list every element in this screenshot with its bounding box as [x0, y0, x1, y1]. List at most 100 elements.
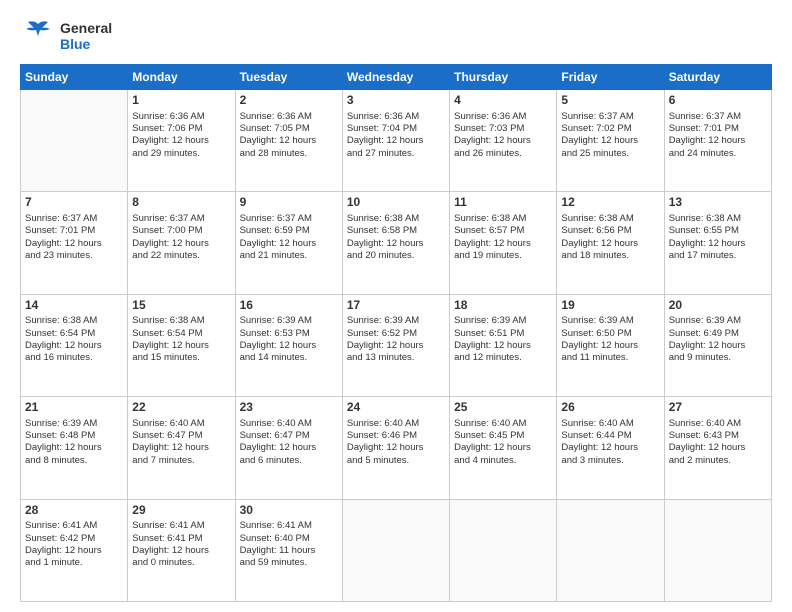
- day-number: 28: [25, 503, 123, 519]
- day-info: Sunrise: 6:37 AM Sunset: 7:01 PM Dayligh…: [25, 213, 102, 261]
- calendar-day-cell: 28Sunrise: 6:41 AM Sunset: 6:42 PM Dayli…: [21, 499, 128, 601]
- day-number: 4: [454, 93, 552, 109]
- calendar-day-cell: 13 Sunrise: 6:38 AM Sunset: 6:55 PM Dayli…: [664, 192, 771, 294]
- day-number: 6: [669, 93, 767, 109]
- calendar-day-cell: [557, 499, 664, 601]
- calendar-day-cell: 4Sunrise: 6:36 AM Sunset: 7:03 PM Daylig…: [450, 90, 557, 192]
- day-of-week-cell: Thursday: [450, 65, 557, 90]
- calendar-day-cell: 14Sunrise: 6:38 AM Sunset: 6:54 PM Dayli…: [21, 294, 128, 396]
- calendar-table: SundayMondayTuesdayWednesdayThursdayFrid…: [20, 64, 772, 602]
- day-info: Sunrise: 6:39 AM Sunset: 6:48 PM Dayligh…: [25, 418, 102, 466]
- day-number: 16: [240, 298, 338, 314]
- calendar-day-cell: 22 Sunrise: 6:40 AM Sunset: 6:47 PM Dayli…: [128, 397, 235, 499]
- day-number: 21: [25, 400, 123, 416]
- calendar-day-cell: 17Sunrise: 6:39 AM Sunset: 6:52 PM Dayli…: [342, 294, 449, 396]
- calendar-day-cell: 10 Sunrise: 6:38 AM Sunset: 6:58 PM Dayli…: [342, 192, 449, 294]
- day-info: Sunrise: 6:38 AM Sunset: 6:58 PM Dayligh…: [347, 213, 424, 261]
- day-number: 20: [669, 298, 767, 314]
- day-number: 29: [132, 503, 230, 519]
- day-of-week-header: SundayMondayTuesdayWednesdayThursdayFrid…: [21, 65, 772, 90]
- calendar-week-row: 1 Sunrise: 6:36 AM Sunset: 7:06 PM Daylig…: [21, 90, 772, 192]
- day-info: Sunrise: 6:39 AM Sunset: 6:52 PM Dayligh…: [347, 315, 424, 363]
- day-number: 26: [561, 400, 659, 416]
- day-number: 10: [347, 195, 445, 211]
- day-number: 24: [347, 400, 445, 416]
- day-info: Sunrise: 6:38 AM Sunset: 6:55 PM Dayligh…: [669, 213, 746, 261]
- day-number: 11: [454, 195, 552, 211]
- calendar-day-cell: [664, 499, 771, 601]
- calendar-day-cell: 30Sunrise: 6:41 AM Sunset: 6:40 PM Dayli…: [235, 499, 342, 601]
- day-number: 30: [240, 503, 338, 519]
- day-number: 9: [240, 195, 338, 211]
- calendar-week-row: 21 Sunrise: 6:39 AM Sunset: 6:48 PM Dayli…: [21, 397, 772, 499]
- calendar-day-cell: 27 Sunrise: 6:40 AM Sunset: 6:43 PM Dayli…: [664, 397, 771, 499]
- day-info: Sunrise: 6:39 AM Sunset: 6:50 PM Dayligh…: [561, 315, 638, 363]
- calendar-day-cell: 21 Sunrise: 6:39 AM Sunset: 6:48 PM Dayli…: [21, 397, 128, 499]
- calendar-day-cell: 23 Sunrise: 6:40 AM Sunset: 6:47 PM Dayli…: [235, 397, 342, 499]
- calendar-day-cell: 2Sunrise: 6:36 AM Sunset: 7:05 PM Daylig…: [235, 90, 342, 192]
- logo-bird-icon: [20, 18, 56, 54]
- calendar-day-cell: 20Sunrise: 6:39 AM Sunset: 6:49 PM Dayli…: [664, 294, 771, 396]
- day-info: Sunrise: 6:38 AM Sunset: 6:56 PM Dayligh…: [561, 213, 638, 261]
- calendar-week-row: 28Sunrise: 6:41 AM Sunset: 6:42 PM Dayli…: [21, 499, 772, 601]
- day-info: Sunrise: 6:40 AM Sunset: 6:44 PM Dayligh…: [561, 418, 638, 466]
- calendar-day-cell: 25Sunrise: 6:40 AM Sunset: 6:45 PM Dayli…: [450, 397, 557, 499]
- day-number: 17: [347, 298, 445, 314]
- day-info: Sunrise: 6:39 AM Sunset: 6:49 PM Dayligh…: [669, 315, 746, 363]
- day-of-week-cell: Tuesday: [235, 65, 342, 90]
- day-number: 13: [669, 195, 767, 211]
- day-info: Sunrise: 6:40 AM Sunset: 6:47 PM Dayligh…: [132, 418, 209, 466]
- day-of-week-cell: Saturday: [664, 65, 771, 90]
- day-info: Sunrise: 6:37 AM Sunset: 7:00 PM Dayligh…: [132, 213, 209, 261]
- calendar-day-cell: 15Sunrise: 6:38 AM Sunset: 6:54 PM Dayli…: [128, 294, 235, 396]
- calendar-day-cell: 18Sunrise: 6:39 AM Sunset: 6:51 PM Dayli…: [450, 294, 557, 396]
- day-info: Sunrise: 6:41 AM Sunset: 6:41 PM Dayligh…: [132, 520, 209, 568]
- day-number: 23: [240, 400, 338, 416]
- day-info: Sunrise: 6:37 AM Sunset: 7:02 PM Dayligh…: [561, 111, 638, 159]
- day-number: 22: [132, 400, 230, 416]
- calendar-day-cell: 19Sunrise: 6:39 AM Sunset: 6:50 PM Dayli…: [557, 294, 664, 396]
- day-number: 5: [561, 93, 659, 109]
- calendar-day-cell: 6Sunrise: 6:37 AM Sunset: 7:01 PM Daylig…: [664, 90, 771, 192]
- day-number: 1: [132, 93, 230, 109]
- calendar-week-row: 7 Sunrise: 6:37 AM Sunset: 7:01 PM Daylig…: [21, 192, 772, 294]
- logo-general-text: General: [60, 20, 112, 36]
- day-of-week-cell: Friday: [557, 65, 664, 90]
- day-number: 12: [561, 195, 659, 211]
- calendar-day-cell: 5 Sunrise: 6:37 AM Sunset: 7:02 PM Daylig…: [557, 90, 664, 192]
- day-info: Sunrise: 6:40 AM Sunset: 6:43 PM Dayligh…: [669, 418, 746, 466]
- day-of-week-cell: Monday: [128, 65, 235, 90]
- day-info: Sunrise: 6:40 AM Sunset: 6:45 PM Dayligh…: [454, 418, 531, 466]
- day-info: Sunrise: 6:40 AM Sunset: 6:47 PM Dayligh…: [240, 418, 317, 466]
- calendar-day-cell: [21, 90, 128, 192]
- calendar-day-cell: 8 Sunrise: 6:37 AM Sunset: 7:00 PM Daylig…: [128, 192, 235, 294]
- calendar-day-cell: 26 Sunrise: 6:40 AM Sunset: 6:44 PM Dayli…: [557, 397, 664, 499]
- day-number: 18: [454, 298, 552, 314]
- day-info: Sunrise: 6:37 AM Sunset: 6:59 PM Dayligh…: [240, 213, 317, 261]
- calendar-day-cell: 24 Sunrise: 6:40 AM Sunset: 6:46 PM Dayli…: [342, 397, 449, 499]
- day-number: 3: [347, 93, 445, 109]
- calendar-day-cell: 12 Sunrise: 6:38 AM Sunset: 6:56 PM Dayli…: [557, 192, 664, 294]
- day-number: 27: [669, 400, 767, 416]
- calendar-day-cell: 29Sunrise: 6:41 AM Sunset: 6:41 PM Dayli…: [128, 499, 235, 601]
- day-info: Sunrise: 6:41 AM Sunset: 6:40 PM Dayligh…: [240, 520, 316, 568]
- calendar-day-cell: 1 Sunrise: 6:36 AM Sunset: 7:06 PM Daylig…: [128, 90, 235, 192]
- calendar-day-cell: 7 Sunrise: 6:37 AM Sunset: 7:01 PM Daylig…: [21, 192, 128, 294]
- calendar-day-cell: 3 Sunrise: 6:36 AM Sunset: 7:04 PM Daylig…: [342, 90, 449, 192]
- day-number: 15: [132, 298, 230, 314]
- day-number: 19: [561, 298, 659, 314]
- day-info: Sunrise: 6:36 AM Sunset: 7:06 PM Dayligh…: [132, 111, 209, 159]
- day-number: 7: [25, 195, 123, 211]
- day-number: 8: [132, 195, 230, 211]
- day-info: Sunrise: 6:36 AM Sunset: 7:04 PM Dayligh…: [347, 111, 424, 159]
- page: General Blue SundayMondayTuesdayWednesda…: [0, 0, 792, 612]
- logo-blue-text: Blue: [60, 36, 112, 52]
- day-number: 14: [25, 298, 123, 314]
- day-info: Sunrise: 6:41 AM Sunset: 6:42 PM Dayligh…: [25, 520, 102, 568]
- day-info: Sunrise: 6:38 AM Sunset: 6:57 PM Dayligh…: [454, 213, 531, 261]
- calendar-day-cell: 9 Sunrise: 6:37 AM Sunset: 6:59 PM Daylig…: [235, 192, 342, 294]
- day-info: Sunrise: 6:39 AM Sunset: 6:53 PM Dayligh…: [240, 315, 317, 363]
- header: General Blue: [20, 18, 772, 54]
- day-of-week-cell: Wednesday: [342, 65, 449, 90]
- day-info: Sunrise: 6:40 AM Sunset: 6:46 PM Dayligh…: [347, 418, 424, 466]
